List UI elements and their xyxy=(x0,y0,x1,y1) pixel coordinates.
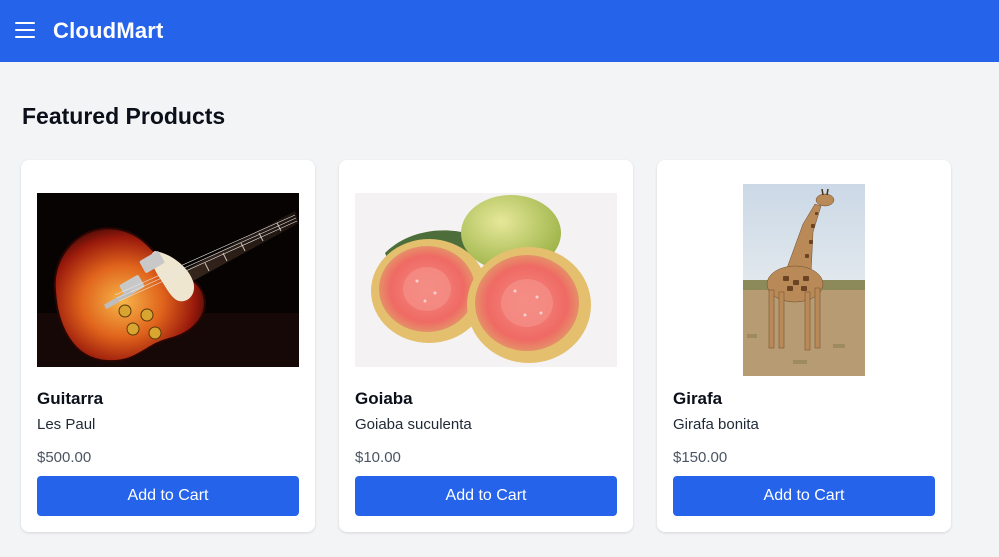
product-price: $500.00 xyxy=(37,449,92,466)
product-image-container xyxy=(355,176,617,384)
product-card: Girafa Girafa bonita $150.00 Add to Cart xyxy=(657,160,951,532)
add-to-cart-button[interactable]: Add to Cart xyxy=(673,476,935,516)
menu-line xyxy=(15,36,35,38)
add-to-cart-button[interactable]: Add to Cart xyxy=(37,476,299,516)
product-name: Girafa xyxy=(673,389,723,408)
brand-logo-text[interactable]: CloudMart xyxy=(53,18,164,44)
product-image-container xyxy=(673,176,935,384)
giraffe-image xyxy=(743,184,865,376)
hamburger-menu-icon[interactable] xyxy=(15,22,35,40)
menu-line xyxy=(15,22,35,24)
menu-line xyxy=(15,29,35,31)
product-description: Girafa bonita xyxy=(673,416,759,433)
product-image-container xyxy=(37,176,299,384)
product-description: Goiaba suculenta xyxy=(355,416,472,433)
product-card: Goiaba Goiaba suculenta $10.00 Add to Ca… xyxy=(339,160,633,532)
product-name: Goiaba xyxy=(355,389,413,408)
product-grid: Guitarra Les Paul $500.00 Add to Cart Go… xyxy=(21,160,951,532)
electric-guitar-image xyxy=(37,193,299,367)
product-price: $10.00 xyxy=(355,449,401,466)
product-name: Guitarra xyxy=(37,389,104,408)
top-navbar: CloudMart xyxy=(0,0,999,62)
add-to-cart-button[interactable]: Add to Cart xyxy=(355,476,617,516)
product-card: Guitarra Les Paul $500.00 Add to Cart xyxy=(21,160,315,532)
product-price: $150.00 xyxy=(673,449,728,466)
section-title: Featured Products xyxy=(22,103,226,129)
product-description: Les Paul xyxy=(37,416,96,433)
guava-fruit-image xyxy=(355,193,617,367)
